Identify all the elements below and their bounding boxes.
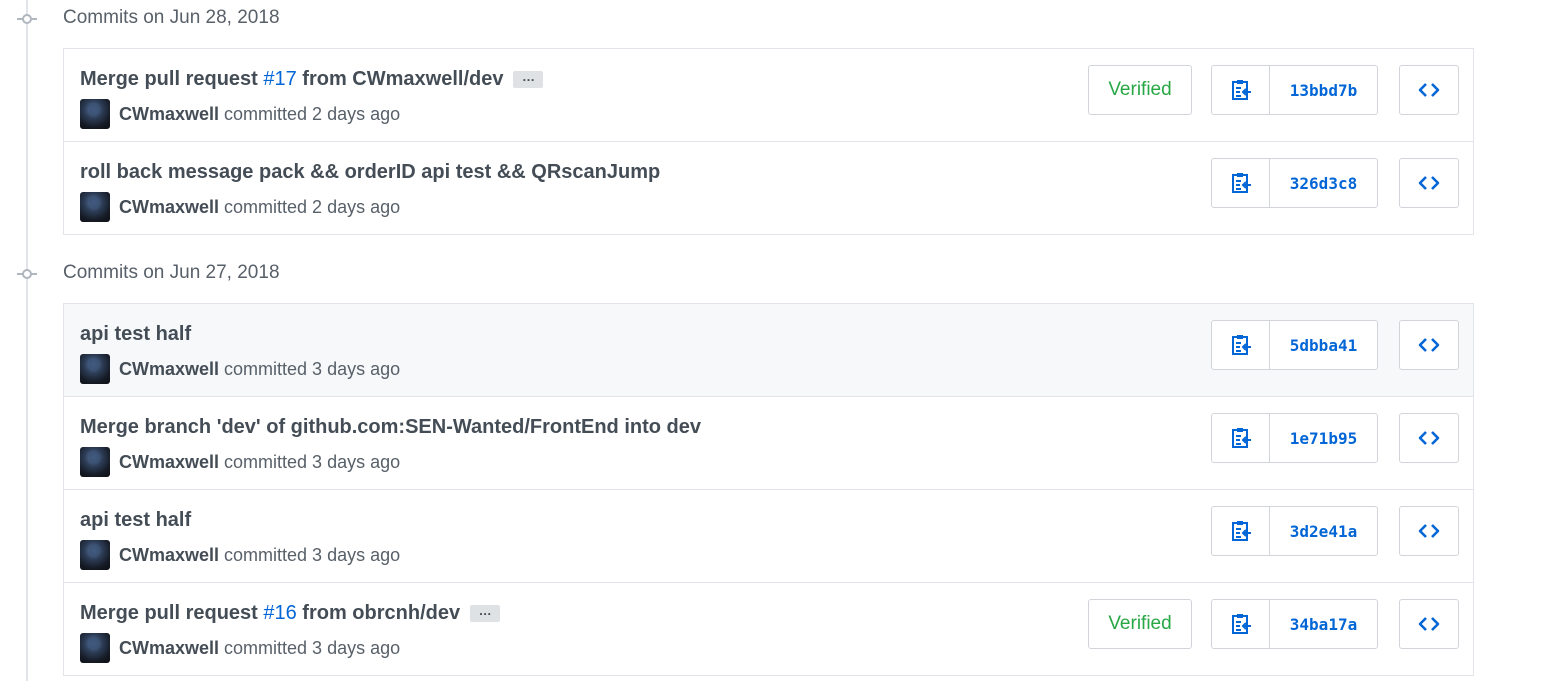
commit-title[interactable]: roll back message pack && orderID api te…: [80, 161, 660, 184]
commit-row: roll back message pack && orderID api te…: [64, 142, 1473, 235]
expand-message-button[interactable]: …: [470, 604, 501, 623]
commit-time: committed 3 days ago: [224, 358, 401, 379]
commit-time: committed 2 days ago: [224, 103, 401, 124]
commit-title-text[interactable]: roll back message pack && orderID api te…: [80, 161, 660, 183]
group-date-title: Commits on Jun 28, 2018: [63, 7, 280, 28]
clippy-icon: [1231, 521, 1251, 541]
browse-files-button[interactable]: [1399, 506, 1459, 556]
code-icon: [1418, 176, 1440, 190]
commit-sha-link[interactable]: 13bbd7b: [1270, 66, 1377, 114]
clippy-icon: [1231, 80, 1251, 100]
avatar[interactable]: [80, 354, 110, 384]
commit-time: committed 3 days ago: [224, 451, 401, 472]
author-link[interactable]: CWmaxwell: [119, 197, 219, 218]
avatar[interactable]: [80, 192, 110, 222]
sha-button-group: 326d3c8: [1211, 158, 1378, 208]
commit-title[interactable]: Merge pull request #17 from CWmaxwell/de…: [80, 68, 544, 91]
author-link[interactable]: CWmaxwell: [119, 545, 219, 566]
commit-title-text[interactable]: Merge pull request: [80, 602, 263, 624]
group-date-title: Commits on Jun 27, 2018: [63, 262, 280, 283]
commit-sha-link[interactable]: 34ba17a: [1270, 600, 1377, 648]
commit-sha-link[interactable]: 5dbba41: [1270, 321, 1377, 369]
commit-meta: CWmaxwell committed 3 days ago: [80, 447, 400, 477]
clippy-icon: [1231, 335, 1251, 355]
commit-meta: CWmaxwell committed 2 days ago: [80, 99, 400, 129]
browse-files-button[interactable]: [1399, 65, 1459, 115]
sha-button-group: 34ba17a: [1211, 599, 1378, 649]
author-link[interactable]: CWmaxwell: [119, 452, 219, 473]
commit-title-text[interactable]: api test half: [80, 323, 191, 345]
commit-time: committed 3 days ago: [224, 637, 401, 658]
copy-sha-button[interactable]: [1212, 321, 1270, 369]
pull-request-link[interactable]: #16: [263, 602, 296, 624]
code-icon: [1418, 617, 1440, 631]
commit-list: api test half CWmaxwell committed 3 days…: [63, 303, 1474, 676]
commit-sha-link[interactable]: 1e71b95: [1270, 414, 1377, 462]
avatar[interactable]: [80, 99, 110, 129]
verified-badge[interactable]: Verified: [1088, 65, 1192, 115]
clippy-icon: [1231, 173, 1251, 193]
commit-title-text[interactable]: from CWmaxwell/dev: [297, 68, 503, 90]
copy-sha-button[interactable]: [1212, 507, 1270, 555]
sha-button-group: 3d2e41a: [1211, 506, 1378, 556]
avatar[interactable]: [80, 447, 110, 477]
code-icon: [1418, 431, 1440, 445]
avatar[interactable]: [80, 633, 110, 663]
commit-meta: CWmaxwell committed 3 days ago: [80, 354, 400, 384]
code-icon: [1418, 524, 1440, 538]
commit-time: committed 2 days ago: [224, 196, 401, 217]
git-commit-icon: [17, 14, 37, 24]
commit-meta: CWmaxwell committed 2 days ago: [80, 192, 400, 222]
sha-button-group: 13bbd7b: [1211, 65, 1378, 115]
code-icon: [1418, 83, 1440, 97]
commit-row: api test half CWmaxwell committed 3 days…: [64, 490, 1473, 583]
author-link[interactable]: CWmaxwell: [119, 638, 219, 659]
copy-sha-button[interactable]: [1212, 159, 1270, 207]
commit-title[interactable]: api test half: [80, 509, 191, 532]
git-commit-icon: [17, 269, 37, 279]
clippy-icon: [1231, 614, 1251, 634]
commit-meta: CWmaxwell committed 3 days ago: [80, 633, 400, 663]
commit-title-text[interactable]: api test half: [80, 509, 191, 531]
clippy-icon: [1231, 428, 1251, 448]
commit-title-text[interactable]: from obrcnh/dev: [297, 602, 460, 624]
copy-sha-button[interactable]: [1212, 600, 1270, 648]
commit-title-text[interactable]: Merge pull request: [80, 68, 263, 90]
commit-meta: CWmaxwell committed 3 days ago: [80, 540, 400, 570]
sha-button-group: 5dbba41: [1211, 320, 1378, 370]
commit-row: Merge pull request #16 from obrcnh/dev… …: [64, 583, 1473, 676]
commit-title[interactable]: api test half: [80, 323, 191, 346]
commit-title[interactable]: Merge branch 'dev' of github.com:SEN-Wan…: [80, 416, 701, 439]
copy-sha-button[interactable]: [1212, 66, 1270, 114]
commit-sha-link[interactable]: 326d3c8: [1270, 159, 1377, 207]
commit-title-text[interactable]: Merge branch 'dev' of github.com:SEN-Wan…: [80, 416, 701, 438]
commit-list: Merge pull request #17 from CWmaxwell/de…: [63, 48, 1474, 235]
browse-files-button[interactable]: [1399, 599, 1459, 649]
sha-button-group: 1e71b95: [1211, 413, 1378, 463]
commit-row: Merge pull request #17 from CWmaxwell/de…: [64, 49, 1473, 142]
expand-message-button[interactable]: …: [513, 70, 544, 89]
browse-files-button[interactable]: [1399, 158, 1459, 208]
commit-time: committed 3 days ago: [224, 544, 401, 565]
commit-sha-link[interactable]: 3d2e41a: [1270, 507, 1377, 555]
pull-request-link[interactable]: #17: [263, 68, 296, 90]
commit-title[interactable]: Merge pull request #16 from obrcnh/dev …: [80, 602, 501, 625]
timeline-line: [26, 0, 28, 681]
author-link[interactable]: CWmaxwell: [119, 104, 219, 125]
browse-files-button[interactable]: [1399, 413, 1459, 463]
avatar[interactable]: [80, 540, 110, 570]
code-icon: [1418, 338, 1440, 352]
author-link[interactable]: CWmaxwell: [119, 359, 219, 380]
verified-badge[interactable]: Verified: [1088, 599, 1192, 649]
commit-row: api test half CWmaxwell committed 3 days…: [64, 304, 1473, 397]
copy-sha-button[interactable]: [1212, 414, 1270, 462]
commit-row: Merge branch 'dev' of github.com:SEN-Wan…: [64, 397, 1473, 490]
browse-files-button[interactable]: [1399, 320, 1459, 370]
